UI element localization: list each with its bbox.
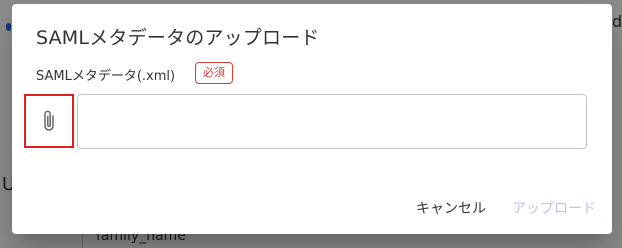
field-label: SAMLメタデータ(.xml) — [36, 69, 176, 84]
cancel-button[interactable]: キャンセル — [416, 198, 486, 218]
attach-file-button[interactable] — [24, 94, 74, 148]
dialog-actions: キャンセル アップロード — [416, 198, 596, 218]
required-badge: 必須 — [195, 62, 233, 84]
upload-button[interactable]: アップロード — [512, 198, 596, 218]
dialog-title: SAMLメタデータのアップロード — [36, 27, 320, 49]
upload-dialog: SAMLメタデータのアップロード SAMLメタデータ(.xml) 必須 キャンセ… — [12, 4, 612, 234]
file-upload-field — [24, 94, 587, 149]
file-path-input[interactable] — [77, 94, 587, 149]
paperclip-icon — [44, 110, 54, 131]
